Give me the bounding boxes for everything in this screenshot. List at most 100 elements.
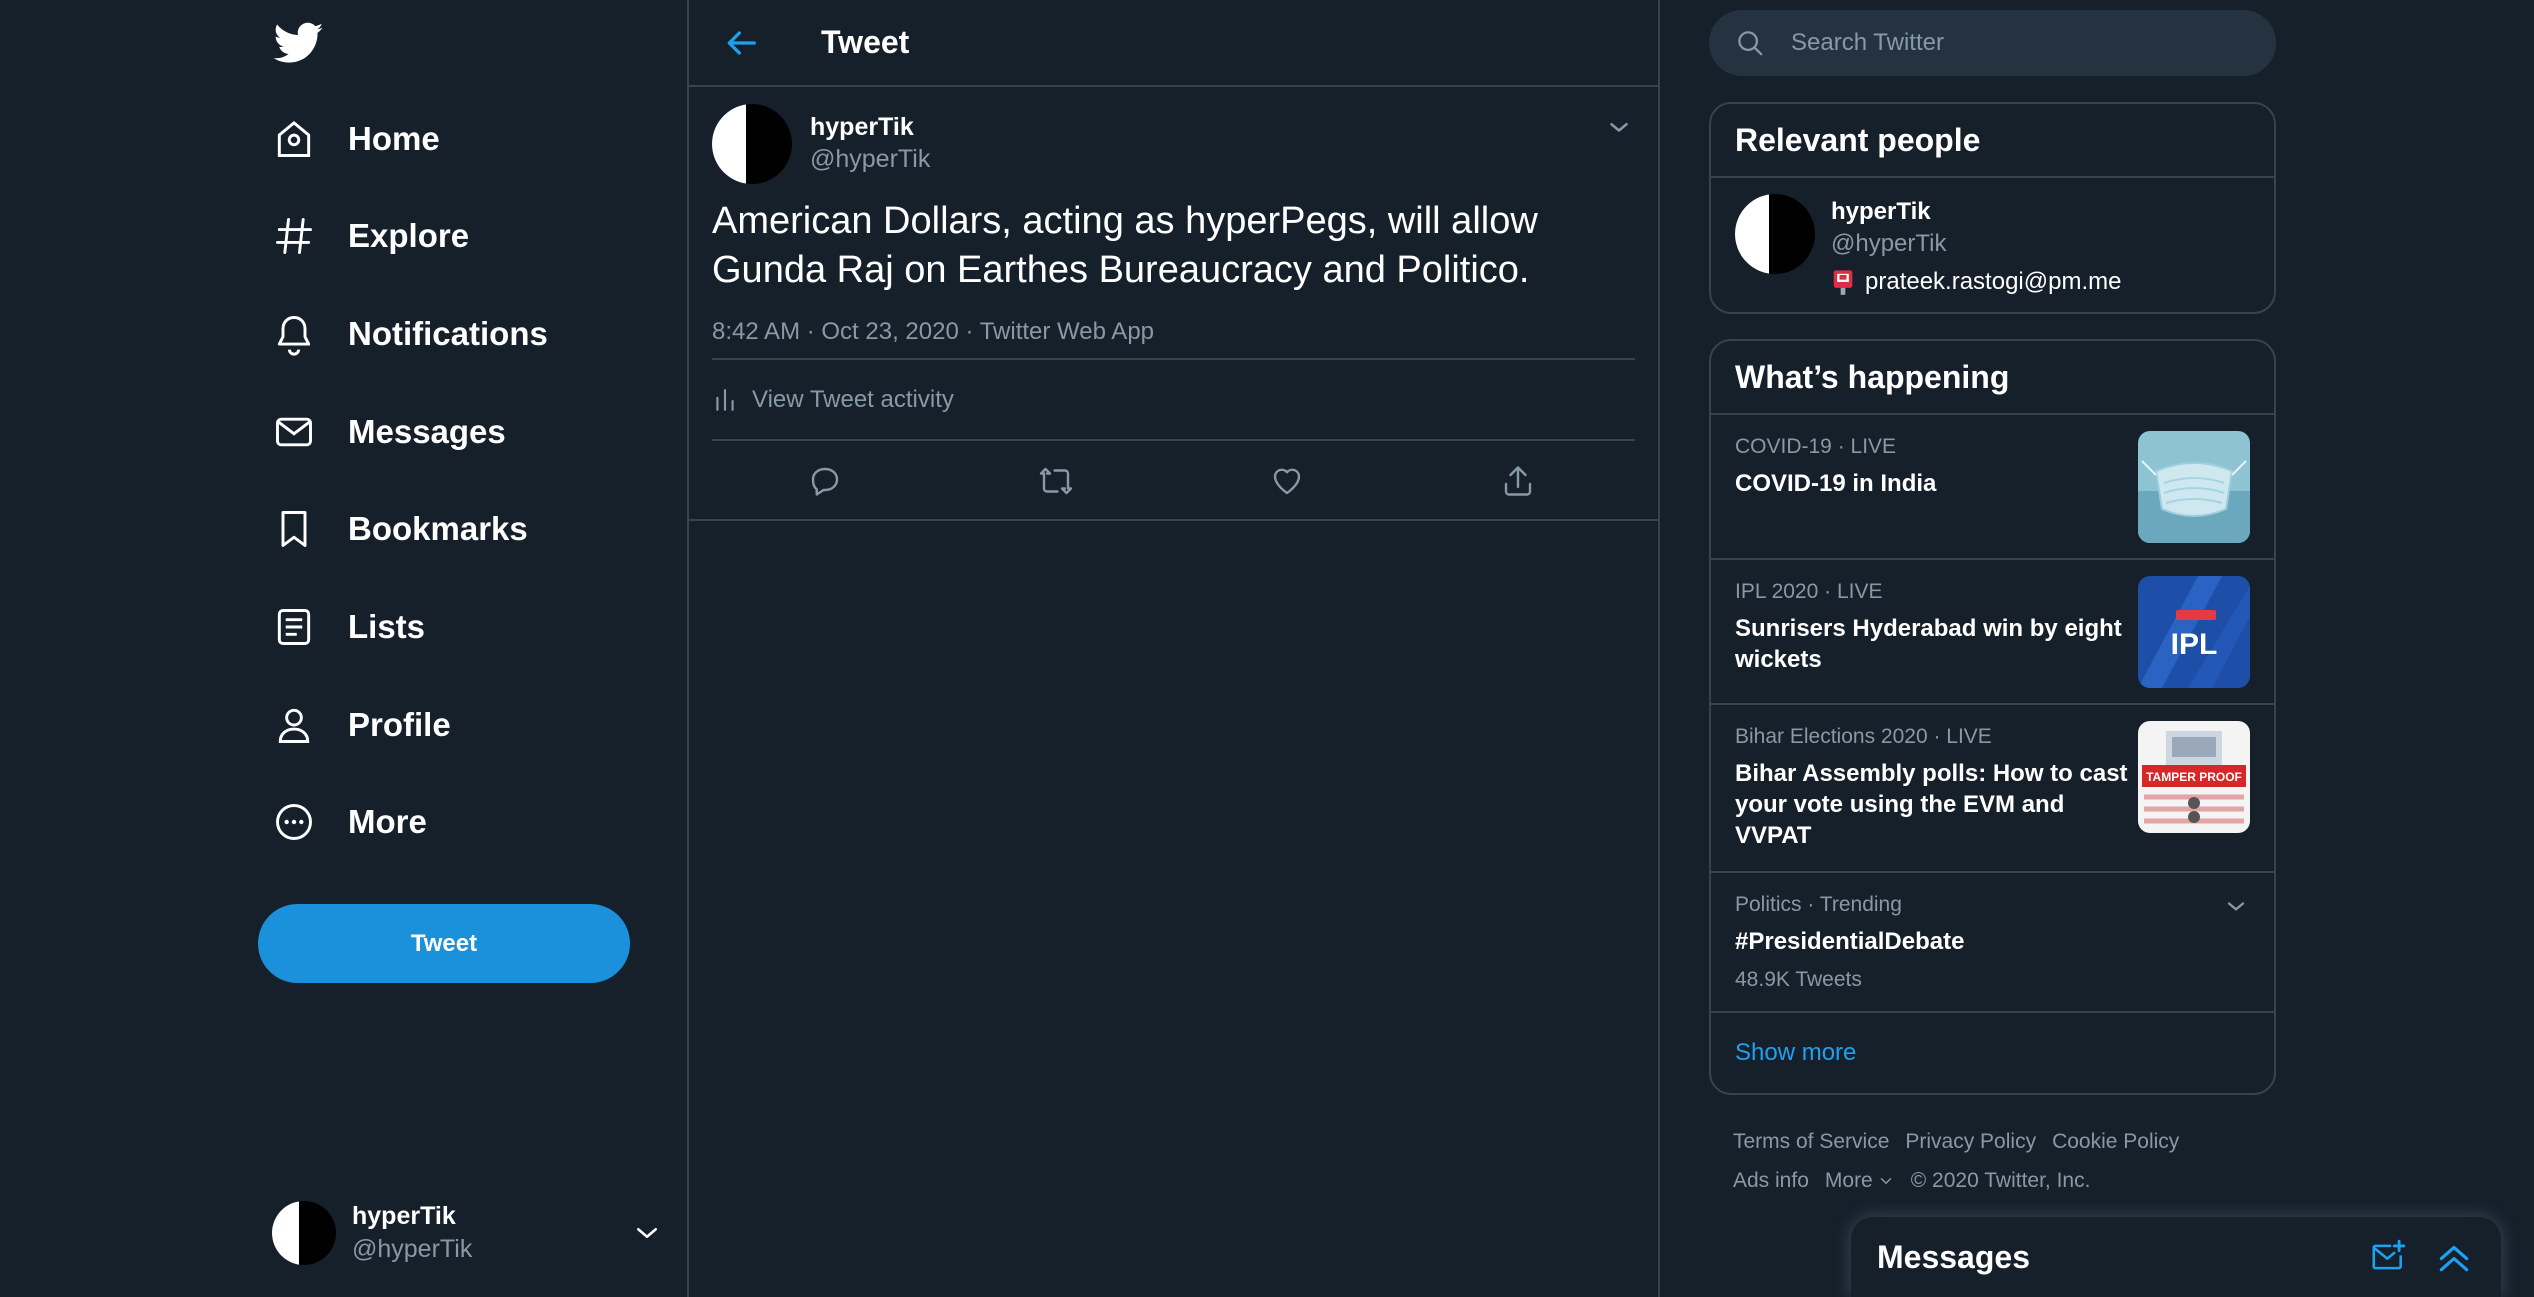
back-arrow-icon[interactable] xyxy=(721,23,761,63)
person-icon xyxy=(278,708,310,743)
person-handle: @hyperTik xyxy=(1831,230,1947,257)
footer-links: Terms of Service Privacy Policy Cookie Pol… xyxy=(1733,1122,2273,1200)
left-sidebar: Home Explore Notifications Messages Book… xyxy=(0,0,687,1297)
trend-item[interactable]: COVID-19 · LIVE COVID-19 in India xyxy=(1711,415,2274,560)
tamper-proof-text: TAMPER PROOF xyxy=(2146,770,2242,784)
account-name: hyperTik xyxy=(352,1202,456,1230)
tweet-actions xyxy=(689,441,1658,521)
author-name[interactable]: hyperTik xyxy=(810,113,914,142)
whats-happening-panel: What’s happening COVID-19 · LIVE COVID-1… xyxy=(1709,339,2276,1095)
nav-explore-label: Explore xyxy=(348,217,470,254)
tweet-timestamp: 8:42 AM · Oct 23, 2020 · Twitter Web App xyxy=(689,318,1658,358)
copyright: © 2020 Twitter, Inc. xyxy=(1910,1169,2091,1192)
show-more-link[interactable]: Show more xyxy=(1711,1013,2274,1093)
retweet-icon[interactable] xyxy=(1038,463,1074,499)
search-bar[interactable] xyxy=(1709,10,2276,76)
relevant-people-panel: Relevant people hyperTik @hyperTik prate… xyxy=(1709,102,2276,314)
privacy-link[interactable]: Privacy Policy xyxy=(1905,1130,2036,1153)
whats-happening-title: What’s happening xyxy=(1711,341,2274,415)
avatar xyxy=(272,1201,336,1265)
main-header: Tweet xyxy=(689,0,1658,87)
account-handle: @hyperTik xyxy=(352,1235,473,1263)
bar-chart-icon xyxy=(716,388,734,411)
nav-messages[interactable]: Messages xyxy=(272,400,506,464)
tweet-time[interactable]: 8:42 AM · Oct 23, 2020 · xyxy=(712,318,980,345)
trend-thumbnail-mask xyxy=(2138,431,2250,543)
trend-tweet-count: 48.9K Tweets xyxy=(1735,968,1862,991)
search-input[interactable] xyxy=(1791,29,2231,57)
main-column: Tweet hyperTik @hyperTik American Dollar… xyxy=(687,0,1660,1297)
chevron-down-icon[interactable] xyxy=(1604,113,1634,143)
chevron-down-icon xyxy=(1880,1178,1891,1185)
home-icon xyxy=(277,120,311,157)
nav-lists[interactable]: Lists xyxy=(272,595,425,659)
cookie-link[interactable]: Cookie Policy xyxy=(2052,1130,2179,1153)
twitter-bird-icon[interactable] xyxy=(272,18,326,68)
author-avatar[interactable] xyxy=(712,104,792,184)
person-card[interactable]: hyperTik @hyperTik prateek.rastogi@pm.me xyxy=(1711,178,2274,312)
more-circle-icon xyxy=(276,804,312,840)
nav-more-label: More xyxy=(348,803,427,840)
page-title: Tweet xyxy=(821,24,910,60)
messages-drawer[interactable]: Messages xyxy=(1851,1217,2501,1297)
nav-notifications[interactable]: Notifications xyxy=(272,302,548,366)
ipl-logo-text: IPL xyxy=(2171,628,2218,661)
hashtag-icon xyxy=(276,218,312,254)
avatar xyxy=(1735,194,1815,274)
person-bio: prateek.rastogi@pm.me xyxy=(1831,268,2121,296)
nav-bookmarks-label: Bookmarks xyxy=(348,510,528,547)
nav-explore[interactable]: Explore xyxy=(272,204,469,268)
trend-item[interactable]: Politics · Trending #PresidentialDebate … xyxy=(1711,873,2274,1013)
chevron-down-icon[interactable] xyxy=(2222,893,2250,921)
messages-drawer-title: Messages xyxy=(1877,1238,2030,1275)
nav-bookmarks[interactable]: Bookmarks xyxy=(272,497,528,561)
relevant-people-title: Relevant people xyxy=(1711,104,2274,178)
trend-title: COVID-19 in India xyxy=(1735,470,1937,497)
trend-title: #PresidentialDebate xyxy=(1735,928,1965,955)
trend-meta: Bihar Elections 2020 · LIVE xyxy=(1735,725,1992,748)
new-message-icon[interactable] xyxy=(2369,1238,2407,1276)
list-icon xyxy=(277,609,311,645)
search-icon xyxy=(1738,31,1763,56)
trend-meta: IPL 2020 · LIVE xyxy=(1735,580,1883,603)
trend-title: Bihar Assembly polls: How to cast your v… xyxy=(1735,760,2128,849)
trend-title: Sunrisers Hyderabad win by eight wickets xyxy=(1735,615,2122,673)
share-icon[interactable] xyxy=(1500,463,1536,499)
tweet-source[interactable]: Twitter Web App xyxy=(980,318,1154,345)
nav-profile-label: Profile xyxy=(348,706,451,743)
like-icon[interactable] xyxy=(1269,463,1305,499)
nav-notifications-label: Notifications xyxy=(348,315,548,352)
nav-messages-label: Messages xyxy=(348,413,506,450)
chevron-down-icon xyxy=(637,1228,657,1238)
tweet-detail: hyperTik @hyperTik American Dollars, act… xyxy=(689,87,1658,521)
ads-info-link[interactable]: Ads info xyxy=(1733,1169,1809,1192)
nav-lists-label: Lists xyxy=(348,608,426,645)
trend-thumbnail-ipl: IPL xyxy=(2138,576,2250,688)
tweet-text: American Dollars, acting as hyperPegs, w… xyxy=(712,200,1538,291)
nav-home-label: Home xyxy=(348,120,440,157)
account-switcher[interactable]: hyperTik @hyperTik xyxy=(272,1198,662,1268)
trend-item[interactable]: IPL 2020 · LIVE Sunrisers Hyderabad win … xyxy=(1711,560,2274,705)
tweet-button[interactable]: Tweet xyxy=(258,904,630,983)
view-activity-link[interactable]: View Tweet activity xyxy=(689,360,1658,439)
author-handle[interactable]: @hyperTik xyxy=(810,145,930,174)
trend-meta: Politics · Trending xyxy=(1735,893,1902,916)
nav-home[interactable]: Home xyxy=(272,107,440,171)
bookmark-icon xyxy=(281,511,307,547)
mailbox-icon xyxy=(1833,270,1853,295)
nav-more[interactable]: More xyxy=(272,790,427,854)
person-email[interactable]: prateek.rastogi@pm.me xyxy=(1865,268,2121,296)
trend-meta: COVID-19 · LIVE xyxy=(1735,435,1897,458)
bell-icon xyxy=(277,316,311,356)
trend-thumbnail-evm: TAMPER PROOF xyxy=(2138,721,2250,833)
reply-icon[interactable] xyxy=(807,463,843,499)
footer-more-label: More xyxy=(1824,1169,1873,1192)
terms-link[interactable]: Terms of Service xyxy=(1733,1130,1889,1153)
view-activity-label: View Tweet activity xyxy=(752,385,954,413)
trend-item[interactable]: Bihar Elections 2020 · LIVE Bihar Assemb… xyxy=(1711,705,2274,873)
double-chevron-up-icon[interactable] xyxy=(2435,1238,2473,1276)
nav-profile[interactable]: Profile xyxy=(272,693,451,757)
footer-more[interactable]: More xyxy=(1825,1169,1895,1192)
envelope-icon xyxy=(276,417,312,447)
person-name: hyperTik xyxy=(1831,198,1931,225)
